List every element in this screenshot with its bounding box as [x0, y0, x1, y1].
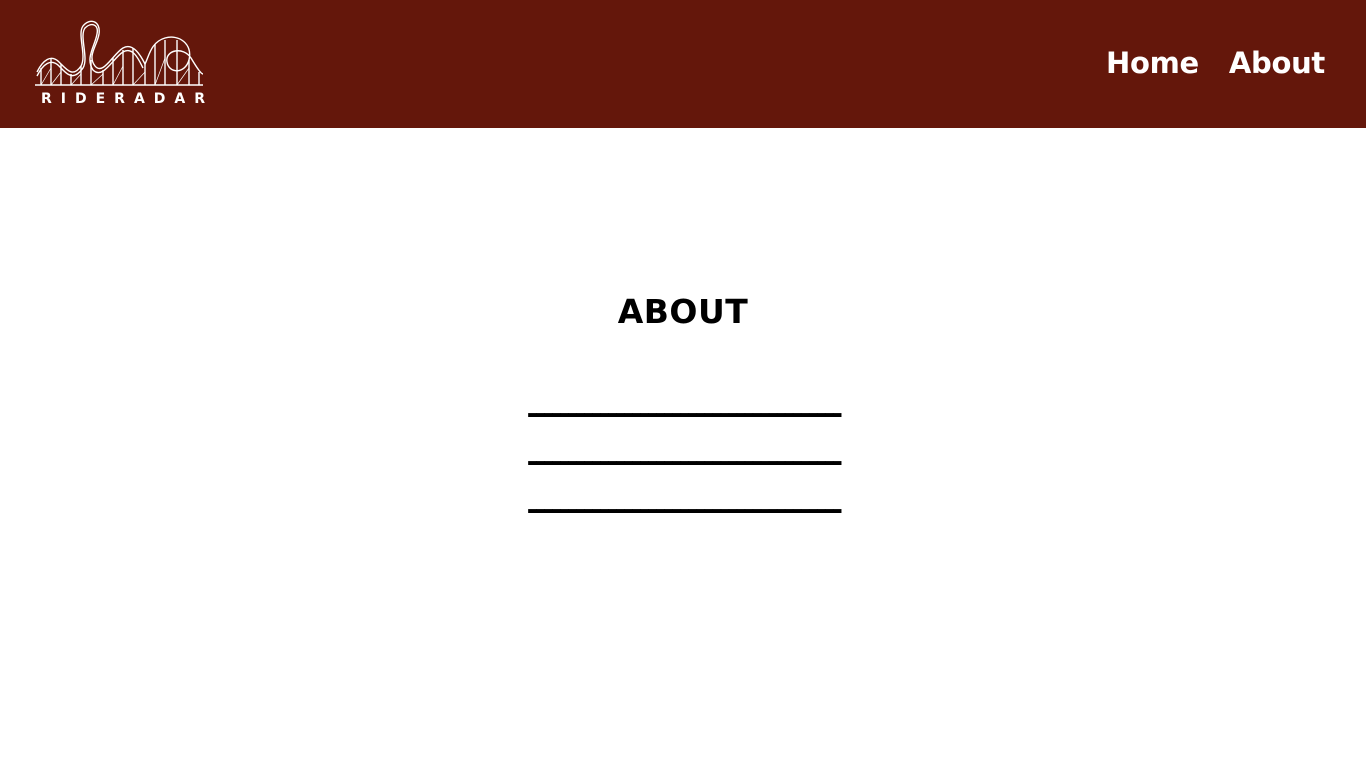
nav-link-home[interactable]: Home	[1106, 42, 1199, 84]
content-line: ---------------------------------------	[526, 445, 843, 478]
page-title: ABOUT	[617, 292, 749, 331]
main-content: ABOUT ----------------------------------…	[0, 128, 1366, 768]
about-content: --------------------------------------- …	[0, 390, 1366, 534]
content-line: ---------------------------------------	[526, 397, 843, 430]
nav-link-about[interactable]: About	[1229, 42, 1325, 84]
logo-text: RIDERADAR	[41, 91, 215, 107]
site-header: RIDERADAR Home About	[0, 0, 1366, 128]
main-nav: Home About	[1106, 42, 1325, 84]
site-logo[interactable]: RIDERADAR	[33, 16, 205, 110]
roller-coaster-icon	[35, 20, 204, 86]
content-line: ---------------------------------------	[526, 493, 843, 526]
